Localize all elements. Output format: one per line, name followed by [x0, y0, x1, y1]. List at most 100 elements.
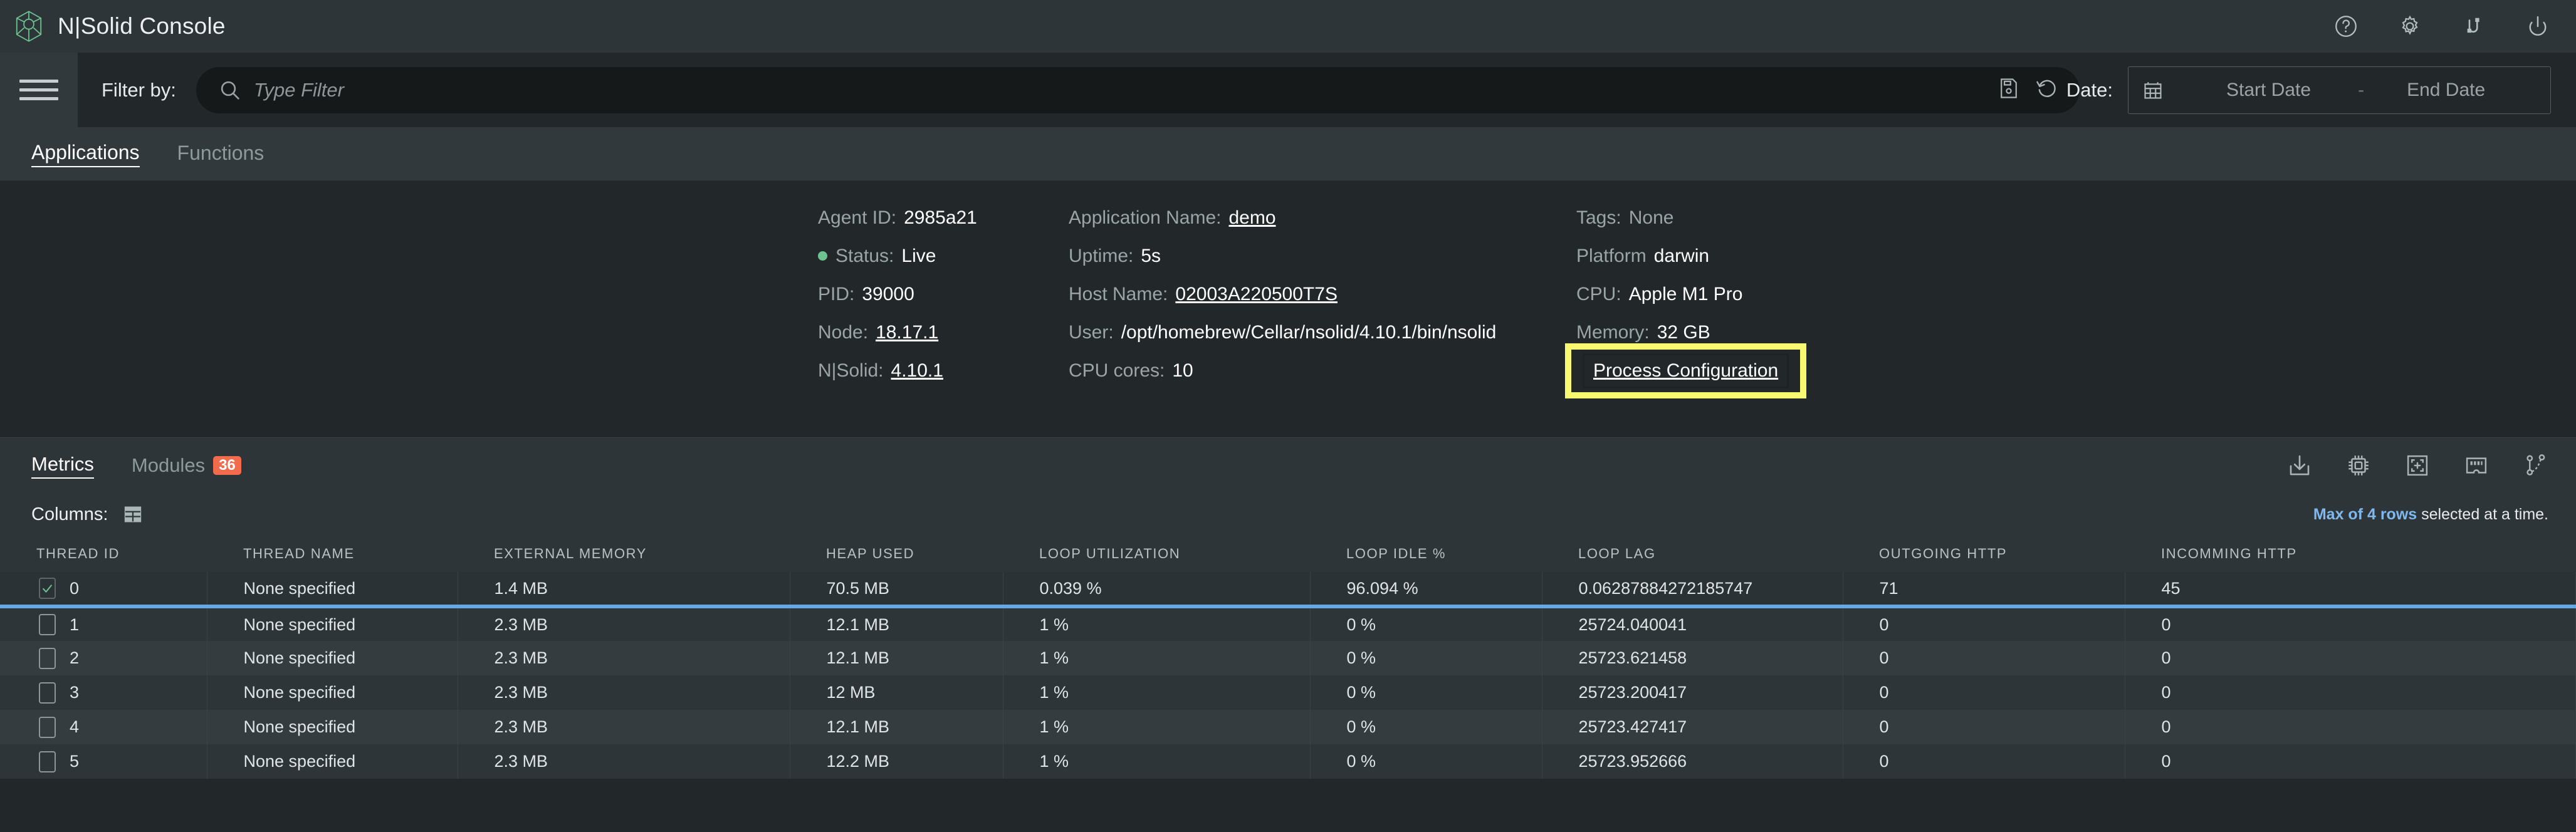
help-icon[interactable]: [2333, 13, 2359, 39]
cell-loop-idle: 0 %: [1310, 710, 1542, 744]
thread-id-value: 0: [70, 578, 80, 598]
cell-loop-lag: 25724.040041: [1542, 606, 1843, 641]
table-row[interactable]: 2 None specified 2.3 MB 12.1 MB 1 % 0 % …: [0, 641, 2576, 675]
row-checkbox[interactable]: [39, 716, 56, 738]
process-configuration-highlight: Process Configuration: [1565, 343, 1807, 398]
cell-outgoing-http: 0: [1843, 744, 2125, 779]
power-icon[interactable]: [2525, 13, 2551, 39]
end-date-input[interactable]: End Date: [2407, 80, 2485, 101]
info-value: Apple M1 Pro: [1628, 283, 1743, 304]
tab-applications[interactable]: Applications: [31, 141, 140, 167]
columns-label: Columns:: [31, 504, 108, 524]
row-checkbox[interactable]: [39, 682, 56, 704]
col-header-loop-utilization[interactable]: LOOP UTILIZATION: [1003, 536, 1310, 572]
cell-outgoing-http: 0: [1843, 710, 2125, 744]
cell-loop-lag: 25723.427417: [1542, 710, 1843, 744]
process-configuration-link[interactable]: Process Configuration: [1593, 360, 1778, 382]
info-column-3: Tags: None Platform darwin CPU: Apple M1…: [1565, 199, 2015, 398]
col-header-thread-name[interactable]: THREAD NAME: [207, 536, 458, 572]
info-label: Application Name:: [1069, 207, 1222, 228]
search-input[interactable]: [253, 78, 1998, 101]
info-label: CPU cores:: [1069, 360, 1165, 381]
cell-thread-name: None specified: [207, 641, 458, 675]
process-configuration-focus-ring: Process Configuration: [1583, 353, 1789, 388]
info-label: CPU:: [1576, 283, 1621, 304]
filter-history-icon[interactable]: [2036, 77, 2058, 103]
cpu-profile-icon[interactable]: [2345, 452, 2372, 479]
info-label: PID:: [818, 283, 855, 304]
nsolid-version-link[interactable]: 4.10.1: [891, 360, 943, 382]
thread-id-value: 1: [70, 615, 80, 634]
info-value: 2985a21: [904, 207, 977, 228]
download-icon[interactable]: [2286, 452, 2313, 479]
table-row[interactable]: 4 None specified 2.3 MB 12.1 MB 1 % 0 % …: [0, 710, 2576, 744]
brand: N|Solid Console: [0, 10, 226, 43]
host-name-link[interactable]: 02003A220500T7S: [1175, 284, 1338, 305]
col-header-loop-idle[interactable]: LOOP IDLE %: [1310, 536, 1542, 572]
row-checkbox[interactable]: [39, 614, 56, 635]
table-row[interactable]: 0 None specified 1.4 MB 70.5 MB 0.039 % …: [0, 572, 2576, 608]
date-field[interactable]: Start Date - End Date: [2128, 66, 2551, 114]
filter-bar: Filter by: Type Filter Date: Start Date …: [0, 53, 2576, 127]
col-header-heap-used[interactable]: HEAP USED: [790, 536, 1003, 572]
info-label: Host Name:: [1069, 283, 1168, 304]
calendar-icon: [2142, 80, 2164, 101]
cell-loop-lag: 25723.621458: [1542, 641, 1843, 675]
cell-heap-used: 12.1 MB: [790, 606, 1003, 641]
cell-thread-name: None specified: [207, 606, 458, 641]
cell-thread-name: None specified: [207, 572, 458, 608]
tab-metrics[interactable]: Metrics: [31, 453, 94, 479]
info-value: None: [1628, 207, 1674, 228]
cell-incomming-http: 0: [2125, 641, 2576, 675]
columns-table-icon[interactable]: [122, 504, 144, 525]
col-header-thread-id[interactable]: THREAD ID: [0, 536, 207, 572]
cell-external-memory: 1.4 MB: [458, 572, 790, 608]
save-filter-icon[interactable]: [1998, 77, 2019, 103]
cell-thread-id: 1: [0, 606, 207, 641]
col-header-loop-lag[interactable]: LOOP LAG: [1542, 536, 1843, 572]
thread-id-value: 5: [70, 752, 80, 771]
date-separator: -: [2358, 79, 2365, 100]
info-label: N|Solid:: [818, 360, 884, 381]
table-body: 0 None specified 1.4 MB 70.5 MB 0.039 % …: [0, 572, 2576, 779]
top-bar-actions: [2333, 0, 2551, 53]
tab-modules[interactable]: Modules 36: [132, 454, 241, 477]
metrics-tools: [2286, 438, 2548, 493]
tab-functions[interactable]: Functions: [177, 142, 264, 167]
table-row[interactable]: 5 None specified 2.3 MB 12.2 MB 1 % 0 % …: [0, 744, 2576, 779]
filter-search-box[interactable]: [196, 66, 2080, 113]
start-date-input[interactable]: Start Date: [2226, 80, 2311, 101]
row-checkbox[interactable]: [39, 578, 56, 599]
cell-heap-used: 12.1 MB: [790, 641, 1003, 675]
table-row[interactable]: 1 None specified 2.3 MB 12.1 MB 1 % 0 % …: [0, 606, 2576, 641]
cell-heap-used: 12.1 MB: [790, 710, 1003, 744]
col-header-outgoing-http[interactable]: OUTGOING HTTP: [1843, 536, 2125, 572]
gear-icon[interactable]: [2397, 13, 2423, 39]
cell-outgoing-http: 0: [1843, 641, 2125, 675]
col-header-incomming-http[interactable]: INCOMMING HTTP: [2125, 536, 2576, 572]
cell-loop-idle: 96.094 %: [1310, 572, 1542, 608]
top-bar: N|Solid Console: [0, 0, 2576, 53]
application-name-link[interactable]: demo: [1228, 207, 1275, 229]
info-uptime: Uptime: 5s: [1069, 237, 1576, 275]
row-checkbox[interactable]: [39, 751, 56, 772]
snapshot-icon[interactable]: [2404, 452, 2431, 479]
col-header-external-memory[interactable]: EXTERNAL MEMORY: [458, 536, 790, 572]
cell-thread-id: 2: [0, 641, 207, 675]
info-value: 5s: [1141, 245, 1161, 266]
cell-thread-name: None specified: [207, 710, 458, 744]
info-column-2: Application Name: demo Uptime: 5s Host N…: [1069, 199, 1576, 390]
table-row[interactable]: 3 None specified 2.3 MB 12 MB 1 % 0 % 25…: [0, 675, 2576, 710]
cell-outgoing-http: 0: [1843, 675, 2125, 710]
heap-sampling-icon[interactable]: [2463, 452, 2490, 479]
row-checkbox[interactable]: [39, 647, 56, 669]
node-version-link[interactable]: 18.17.1: [876, 322, 938, 343]
table-head: THREAD ID THREAD NAME EXTERNAL MEMORY HE…: [0, 536, 2576, 572]
connection-icon[interactable]: [2461, 13, 2487, 39]
hamburger-menu-icon[interactable]: [0, 53, 78, 127]
info-label: Tags:: [1576, 207, 1621, 228]
cell-outgoing-http: 0: [1843, 606, 2125, 641]
cell-loop-lag: 25723.952666: [1542, 744, 1843, 779]
trace-icon[interactable]: [2522, 452, 2548, 479]
cell-external-memory: 2.3 MB: [458, 606, 790, 641]
